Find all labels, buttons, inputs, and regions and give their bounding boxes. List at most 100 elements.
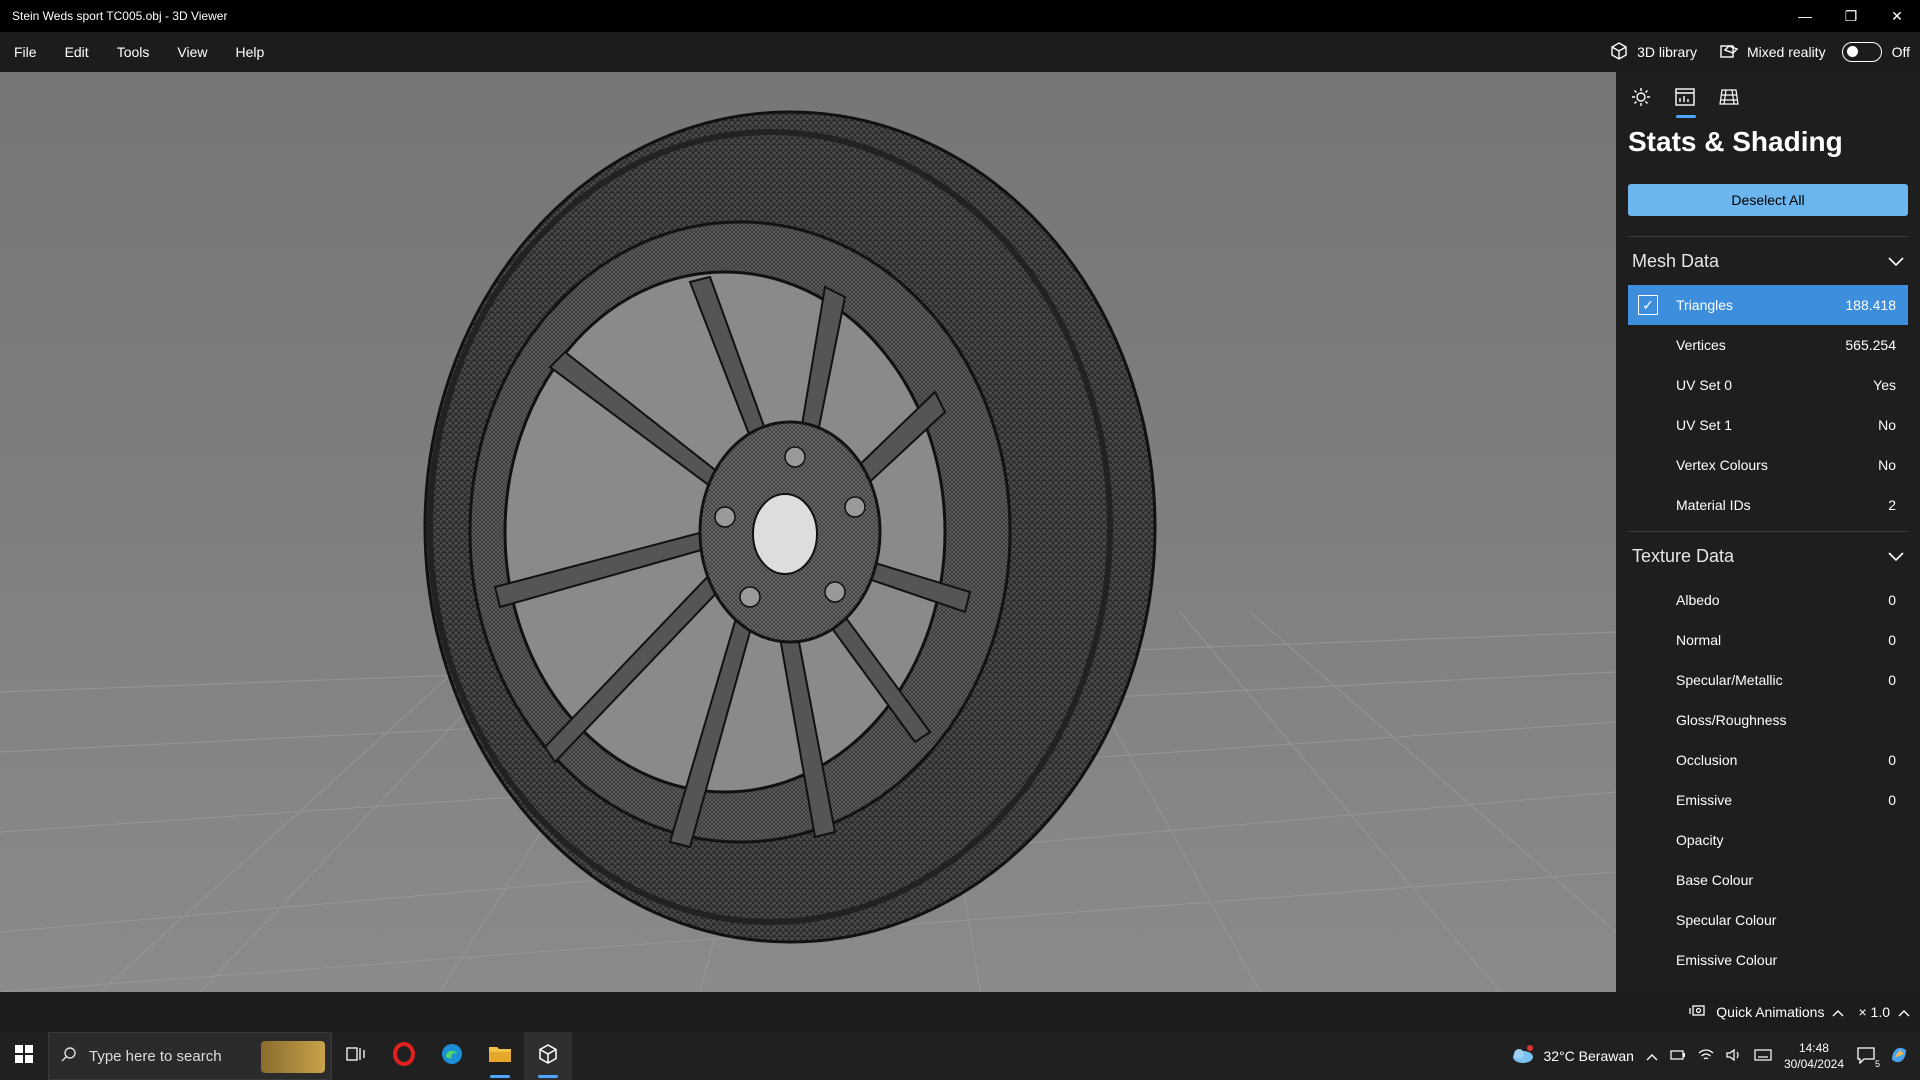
- texture-data-title: Texture Data: [1632, 545, 1735, 566]
- tab-lighting[interactable]: [1626, 84, 1656, 114]
- 3d-viewport[interactable]: [0, 72, 1616, 992]
- mesh-row-label: UV Set 1: [1676, 417, 1733, 433]
- mesh-row-material-ids[interactable]: Material IDs 2: [1628, 485, 1908, 525]
- texture-data-header[interactable]: Texture Data: [1616, 532, 1920, 580]
- cloud-rain-icon: [1510, 1044, 1536, 1068]
- minimize-button[interactable]: —: [1782, 0, 1828, 32]
- texture-row-normal[interactable]: Normal 0: [1628, 620, 1908, 660]
- animation-icon: [1688, 1003, 1708, 1022]
- sun-icon: [1631, 87, 1651, 112]
- status-bar: Quick Animations × 1.0: [0, 992, 1920, 1032]
- menu-view[interactable]: View: [163, 32, 221, 72]
- keyboard-icon[interactable]: [1754, 1048, 1772, 1064]
- grid-icon: [1718, 87, 1740, 112]
- menu-file[interactable]: File: [0, 32, 51, 72]
- file-explorer-button[interactable]: [476, 1032, 524, 1080]
- animation-speed-button[interactable]: × 1.0: [1858, 1004, 1910, 1020]
- chevron-up-icon[interactable]: [1646, 1049, 1658, 1064]
- title-bar: Stein Weds sport TC005.obj - 3D Viewer —…: [0, 0, 1920, 32]
- 3d-library-label: 3D library: [1637, 44, 1697, 60]
- texture-row-occlusion[interactable]: Occlusion 0: [1628, 740, 1908, 780]
- deselect-all-button[interactable]: Deselect All: [1628, 184, 1908, 216]
- texture-row-label: Specular/Metallic: [1676, 672, 1783, 688]
- mesh-row-label: Triangles: [1676, 297, 1734, 313]
- quick-animations-label: Quick Animations: [1716, 1004, 1825, 1020]
- mesh-row-uv-set-1[interactable]: UV Set 1 No: [1628, 405, 1908, 445]
- quick-animations-button[interactable]: Quick Animations: [1688, 1003, 1844, 1022]
- 3d-viewer-taskbar-button[interactable]: [524, 1032, 572, 1080]
- texture-row-label: Occlusion: [1676, 752, 1738, 768]
- mesh-row-uv-set-0[interactable]: UV Set 0 Yes: [1628, 365, 1908, 405]
- mesh-row-label: Vertex Colours: [1676, 457, 1768, 473]
- mesh-row-vertex-colours[interactable]: Vertex Colours No: [1628, 445, 1908, 485]
- weather-text: 32°C Berawan: [1543, 1048, 1634, 1064]
- panel-tabs: [1616, 72, 1920, 118]
- wifi-icon[interactable]: [1698, 1048, 1714, 1065]
- chevron-down-icon: [1888, 251, 1904, 272]
- battery-icon[interactable]: [1670, 1048, 1686, 1065]
- texture-row-emissive-colour[interactable]: Emissive Colour: [1628, 940, 1908, 980]
- menu-help[interactable]: Help: [221, 32, 278, 72]
- close-button[interactable]: ✕: [1874, 0, 1920, 32]
- texture-row-value: 0: [1888, 792, 1896, 808]
- stats-icon: [1674, 87, 1696, 112]
- texture-row-label: Albedo: [1676, 592, 1720, 608]
- taskbar-search[interactable]: Type here to search: [48, 1032, 332, 1080]
- search-icon: [61, 1046, 77, 1066]
- mixed-reality-toggle[interactable]: [1841, 42, 1882, 62]
- task-view-button[interactable]: [332, 1032, 380, 1080]
- folder-icon: [488, 1044, 512, 1069]
- restore-button[interactable]: ❐: [1828, 0, 1874, 32]
- texture-row-emissive[interactable]: Emissive 0: [1628, 780, 1908, 820]
- texture-row-label: Gloss/Roughness: [1676, 712, 1787, 728]
- clock[interactable]: 14:48 30/04/2024: [1784, 1040, 1844, 1072]
- mesh-row-value: 188.418: [1845, 297, 1896, 313]
- animation-speed-value: × 1.0: [1858, 1004, 1890, 1020]
- texture-row-label: Opacity: [1676, 832, 1724, 848]
- weather-widget[interactable]: 32°C Berawan: [1510, 1044, 1634, 1068]
- edge-button[interactable]: [428, 1032, 476, 1080]
- mesh-row-vertices[interactable]: Vertices 565.254: [1628, 325, 1908, 365]
- texture-row-label: Specular Colour: [1676, 912, 1777, 928]
- cube-icon: [537, 1043, 559, 1070]
- notification-count: 5: [1874, 1058, 1880, 1069]
- opera-button[interactable]: [380, 1032, 428, 1080]
- menu-edit[interactable]: Edit: [51, 32, 103, 72]
- wheel-model: [423, 110, 1157, 944]
- texture-row-label: Base Colour: [1676, 872, 1754, 888]
- mesh-row-value: No: [1878, 417, 1896, 433]
- mesh-row-label: Vertices: [1676, 337, 1726, 353]
- mesh-row-value: 2: [1888, 497, 1896, 513]
- chevron-up-icon: [1832, 1004, 1844, 1020]
- texture-row-base-colour[interactable]: Base Colour: [1628, 860, 1908, 900]
- task-view-icon: [346, 1045, 366, 1068]
- texture-row-gloss-roughness[interactable]: Gloss/Roughness: [1628, 700, 1908, 740]
- scene-canvas[interactable]: [0, 72, 1616, 992]
- checkbox-checked-icon[interactable]: ✓: [1638, 295, 1658, 315]
- texture-row-opacity[interactable]: Opacity: [1628, 820, 1908, 860]
- tab-stats-shading[interactable]: [1670, 84, 1700, 118]
- mesh-row-value: 565.254: [1845, 337, 1896, 353]
- texture-row-label: Emissive Colour: [1676, 952, 1778, 968]
- mixed-reality-button[interactable]: Mixed reality: [1713, 41, 1832, 64]
- 3d-library-button[interactable]: 3D library: [1603, 41, 1703, 64]
- copilot-icon[interactable]: [1888, 1044, 1910, 1069]
- stats-panel: Stats & Shading Deselect All Mesh Data ✓…: [1616, 72, 1920, 992]
- texture-row-value: 0: [1888, 592, 1896, 608]
- texture-row-specular-metallic[interactable]: Specular/Metallic 0: [1628, 660, 1908, 700]
- mesh-data-header[interactable]: Mesh Data: [1616, 237, 1920, 285]
- mesh-row-triangles[interactable]: ✓ Triangles 188.418: [1628, 285, 1908, 325]
- opera-icon: [392, 1041, 416, 1071]
- menu-tools[interactable]: Tools: [103, 32, 164, 72]
- mixed-reality-icon: [1719, 41, 1739, 64]
- texture-row-specular-colour[interactable]: Specular Colour: [1628, 900, 1908, 940]
- texture-row-albedo[interactable]: Albedo 0: [1628, 580, 1908, 620]
- mixed-reality-state: Off: [1891, 44, 1910, 60]
- search-placeholder: Type here to search: [89, 1047, 222, 1065]
- tab-grid[interactable]: [1714, 84, 1744, 114]
- start-button[interactable]: [0, 1032, 48, 1080]
- chevron-up-icon: [1898, 1004, 1910, 1020]
- volume-icon[interactable]: [1726, 1048, 1742, 1065]
- edge-icon: [440, 1042, 464, 1071]
- notifications-icon[interactable]: 5: [1856, 1046, 1880, 1069]
